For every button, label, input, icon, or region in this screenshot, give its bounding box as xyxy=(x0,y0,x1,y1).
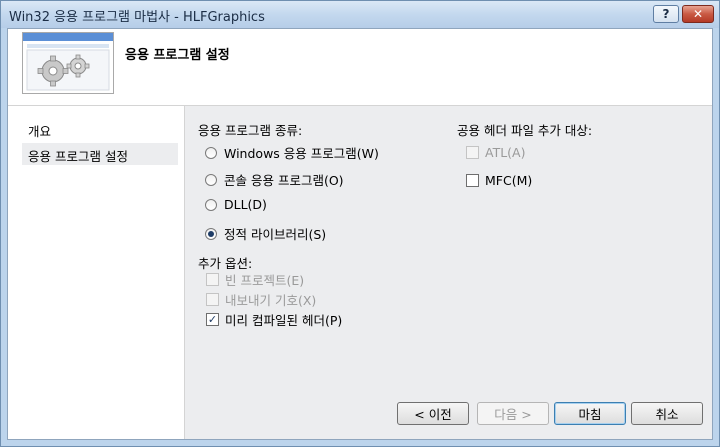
close-button[interactable]: ✕ xyxy=(682,5,714,23)
title-bar: Win32 응용 프로그램 마법사 - HLFGraphics ? ✕ xyxy=(1,1,719,28)
checkbox-box xyxy=(466,174,479,187)
page-title: 응용 프로그램 설정 xyxy=(125,48,230,63)
checkbox-precompiled-header[interactable]: ✓ 미리 컴파일된 헤더(P) xyxy=(206,310,342,329)
radio-label: 정적 라이브러리(S) xyxy=(224,227,327,242)
radio-circle-selected xyxy=(205,227,217,240)
wizard-header: 응용 프로그램 설정 xyxy=(8,29,712,106)
radio-circle xyxy=(205,173,217,186)
wizard-body: 응용 프로그램 설정 개요 응용 프로그램 설정 응용 프로그램 종류: Win… xyxy=(7,28,713,440)
radio-circle xyxy=(205,198,217,211)
cancel-button[interactable]: 취소 xyxy=(631,402,703,425)
checkbox-empty-project[interactable]: 빈 프로젝트(E) xyxy=(206,270,304,289)
radio-windows-app[interactable]: Windows 응용 프로그램(W) xyxy=(205,143,379,162)
checkbox-export-symbols[interactable]: 내보내기 기호(X) xyxy=(206,290,316,309)
checkbox-label: 미리 컴파일된 헤더(P) xyxy=(225,313,343,328)
checkbox-atl[interactable]: ATL(A) xyxy=(466,145,526,160)
app-type-heading: 응용 프로그램 종류: xyxy=(198,123,303,138)
checkbox-label: 빈 프로젝트(E) xyxy=(225,273,305,288)
checkbox-label: 내보내기 기호(X) xyxy=(225,293,317,308)
window-title: Win32 응용 프로그램 마법사 - HLFGraphics xyxy=(9,10,265,25)
help-button[interactable]: ? xyxy=(653,5,679,23)
checkbox-box xyxy=(206,293,219,306)
radio-circle xyxy=(205,146,217,159)
radio-console-app[interactable]: 콘솔 응용 프로그램(O) xyxy=(205,170,344,189)
checkbox-label: MFC(M) xyxy=(485,173,533,188)
nav-item-app-settings[interactable]: 응용 프로그램 설정 xyxy=(28,146,128,165)
checkbox-label: ATL(A) xyxy=(485,145,526,160)
finish-button[interactable]: 마침 xyxy=(554,402,626,425)
checkbox-mfc[interactable]: MFC(M) xyxy=(466,173,532,188)
radio-label: 콘솔 응용 프로그램(O) xyxy=(224,173,344,188)
prev-button[interactable]: < 이전 xyxy=(397,402,469,425)
wizard-nav: 개요 응용 프로그램 설정 xyxy=(8,106,185,439)
radio-static-library[interactable]: 정적 라이브러리(S) xyxy=(205,224,326,243)
gears-banner-image xyxy=(22,32,114,94)
gears-icon xyxy=(23,33,113,91)
radio-label: DLL(D) xyxy=(224,197,267,212)
wizard-window: Win32 응용 프로그램 마법사 - HLFGraphics ? ✕ 응용 프… xyxy=(0,0,720,447)
settings-panel: 응용 프로그램 종류: Windows 응용 프로그램(W) 콘솔 응용 프로그… xyxy=(185,106,712,439)
next-button[interactable]: 다음 > xyxy=(477,402,549,425)
nav-item-overview[interactable]: 개요 xyxy=(28,121,51,140)
radio-dll[interactable]: DLL(D) xyxy=(205,197,267,212)
checkbox-box xyxy=(466,146,479,159)
radio-label: Windows 응용 프로그램(W) xyxy=(224,146,379,161)
checkmark-icon: ✓ xyxy=(206,313,219,326)
checkbox-box xyxy=(206,273,219,286)
common-headers-heading: 공용 헤더 파일 추가 대상: xyxy=(457,123,593,138)
